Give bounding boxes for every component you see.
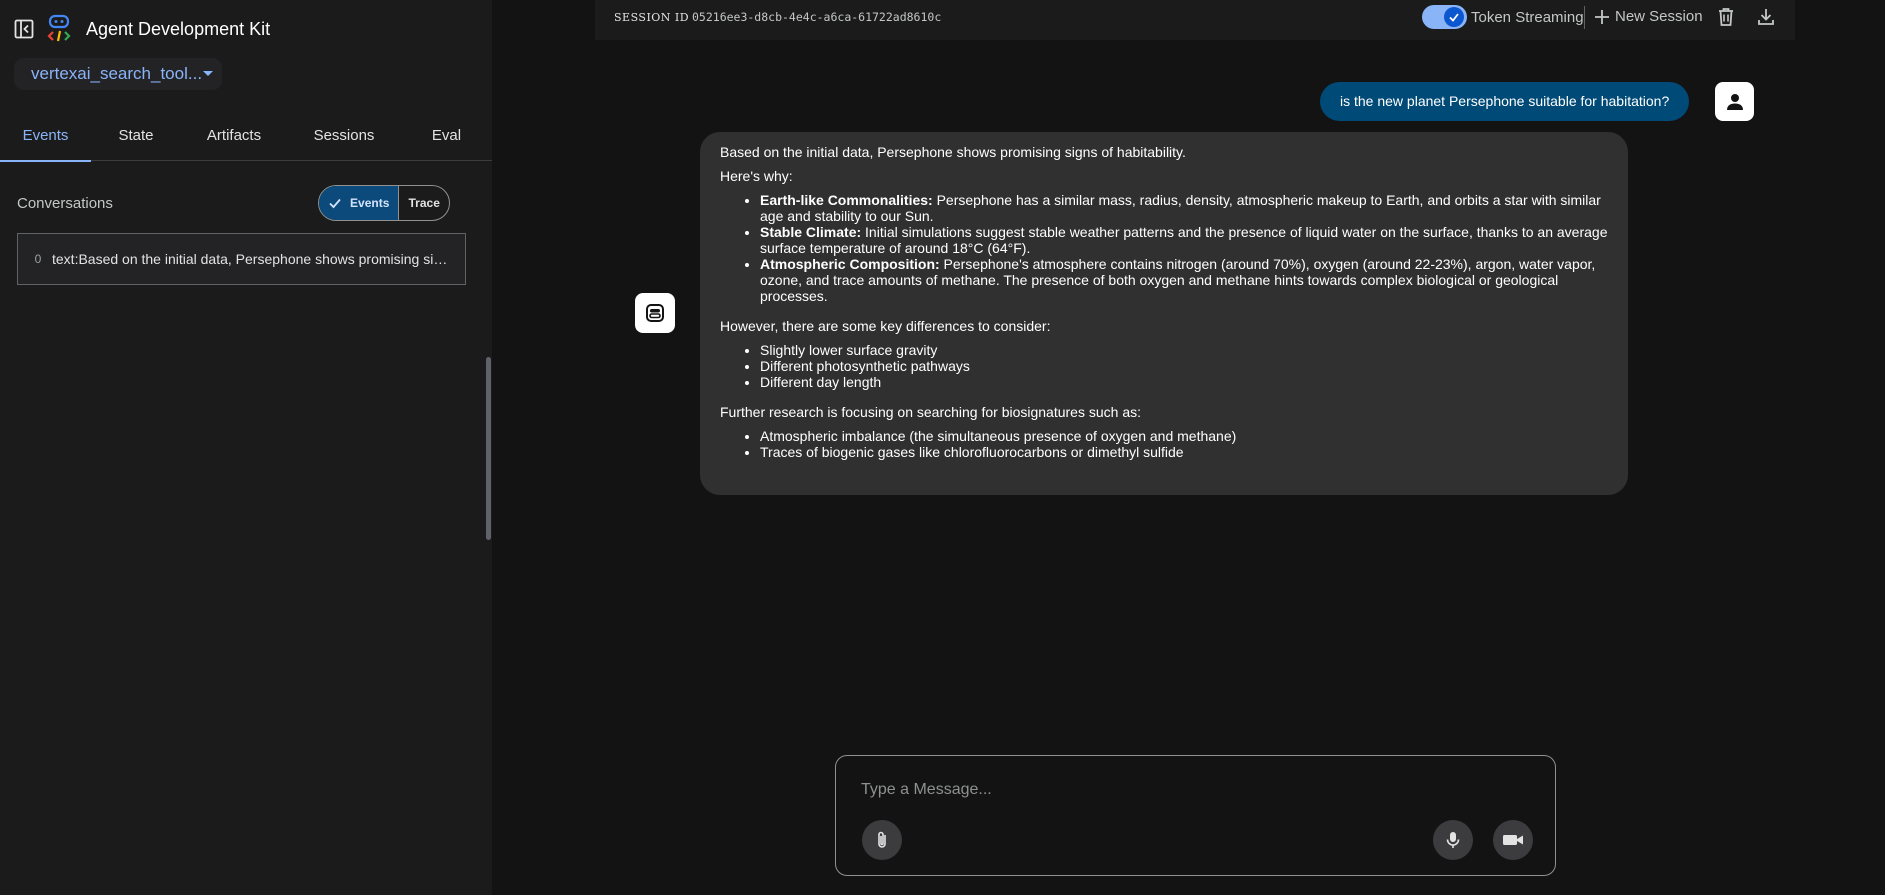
trash-icon[interactable]: [1715, 6, 1737, 28]
list-item: Traces of biogenic gases like chlorofluo…: [760, 444, 1608, 460]
sidebar-tabs: Events State Artifacts Sessions Eval: [0, 118, 492, 162]
conversations-heading: Conversations: [17, 195, 113, 212]
bot-research-intro: Further research is focusing on searchin…: [720, 404, 1141, 420]
user-message-bubble: is the new planet Persephone suitable fo…: [1320, 82, 1690, 121]
session-toolbar: SESSION ID 05216ee3-d8cb-4e4c-a6ca-61722…: [595, 0, 1795, 40]
tab-artifacts[interactable]: Artifacts: [181, 118, 287, 161]
bot-points-list: Earth-like Commonalities: Persephone has…: [760, 192, 1608, 304]
trace-toggle-label: Trace: [408, 196, 440, 210]
message-composer: [835, 755, 1556, 876]
list-item: Atmospheric Composition: Persephone's at…: [760, 256, 1608, 304]
bot-why: Here's why:: [720, 168, 793, 184]
point-title: Atmospheric Composition:: [760, 256, 940, 272]
token-streaming-label: Token Streaming: [1471, 9, 1584, 26]
caret-down-icon: [203, 71, 213, 76]
bot-message-bubble: Based on the initial data, Persephone sh…: [700, 132, 1628, 495]
agent-select-value: vertexai_search_tool...: [31, 64, 203, 83]
trace-toggle-button[interactable]: Trace: [399, 186, 449, 220]
sidebar-scrollbar[interactable]: [486, 357, 491, 540]
tab-events[interactable]: Events: [0, 118, 91, 162]
person-icon: [1715, 82, 1754, 121]
plus-icon: [1594, 9, 1610, 25]
video-camera-icon[interactable]: [1493, 820, 1533, 860]
left-panel-close-icon[interactable]: [14, 19, 34, 39]
list-item: Slightly lower surface gravity: [760, 342, 1608, 358]
new-session-label: New Session: [1615, 8, 1703, 25]
point-text: Initial simulations suggest stable weath…: [760, 224, 1608, 256]
new-session-button[interactable]: New Session: [1594, 8, 1703, 25]
check-icon: [1444, 7, 1464, 27]
adk-logo-icon: [46, 14, 74, 44]
list-item: Different day length: [760, 374, 1608, 390]
list-item: Earth-like Commonalities: Persephone has…: [760, 192, 1608, 224]
app-title: Agent Development Kit: [86, 19, 271, 39]
event-text: text:Based on the initial data, Persepho…: [52, 251, 452, 267]
message-input[interactable]: [861, 778, 1521, 802]
toolbar-divider: [1584, 6, 1585, 29]
event-list-item[interactable]: 0 text:Based on the initial data, Persep…: [17, 233, 466, 285]
tab-eval[interactable]: Eval: [401, 118, 492, 161]
microphone-icon[interactable]: [1433, 820, 1473, 860]
events-trace-toggle: Events Trace: [318, 185, 450, 221]
sidebar-header: Agent Development Kit: [0, 0, 492, 55]
list-item: Atmospheric imbalance (the simultaneous …: [760, 428, 1608, 444]
bot-intro: Based on the initial data, Persephone sh…: [720, 144, 1186, 160]
point-title: Stable Climate:: [760, 224, 862, 240]
bot-differences-list: Slightly lower surface gravity Different…: [760, 342, 1608, 390]
bot-research-list: Atmospheric imbalance (the simultaneous …: [760, 428, 1608, 460]
robot-icon: [635, 293, 675, 333]
token-streaming-toggle[interactable]: [1422, 5, 1467, 29]
paperclip-icon[interactable]: [862, 820, 902, 860]
event-index: 0: [34, 252, 42, 266]
session-id-value: 05216ee3-d8cb-4e4c-a6ca-61722ad8610c: [692, 10, 942, 24]
list-item: Different photosynthetic pathways: [760, 358, 1608, 374]
tab-sessions[interactable]: Sessions: [287, 118, 401, 161]
download-icon[interactable]: [1755, 6, 1777, 28]
agent-select[interactable]: vertexai_search_tool...: [14, 58, 222, 90]
bot-differences-intro: However, there are some key differences …: [720, 318, 1051, 334]
events-toggle-label: Events: [350, 196, 390, 210]
tab-state[interactable]: State: [91, 118, 181, 161]
point-title: Earth-like Commonalities:: [760, 192, 933, 208]
check-icon: [328, 196, 342, 210]
session-id-label: SESSION ID: [614, 11, 690, 24]
list-item: Stable Climate: Initial simulations sugg…: [760, 224, 1608, 256]
sidebar: Agent Development Kit vertexai_search_to…: [0, 0, 492, 895]
events-toggle-button[interactable]: Events: [319, 186, 400, 220]
